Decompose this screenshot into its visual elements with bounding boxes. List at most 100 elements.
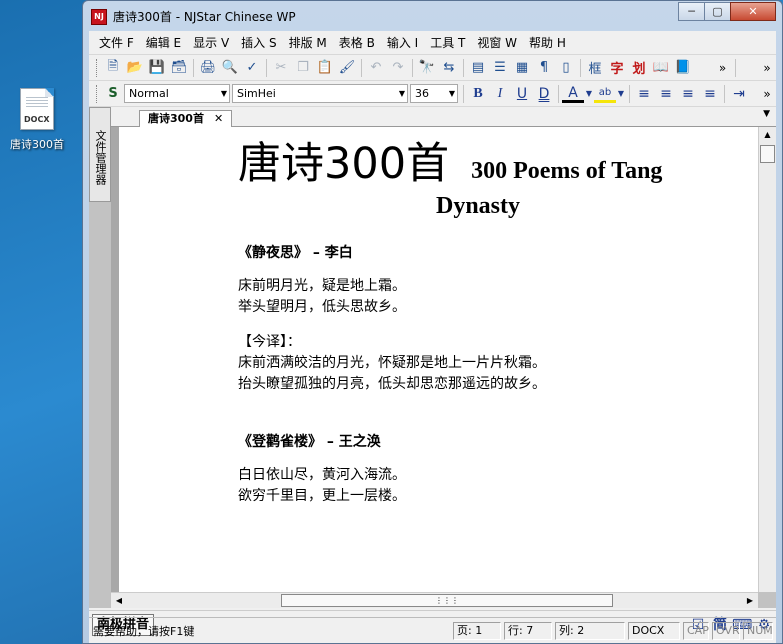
chevron-down-icon: ▼ [398, 89, 405, 98]
menu-edit[interactable]: 编辑 E [140, 31, 187, 55]
format-toolbar: S Normal ▼ SimHei ▼ 36 ▼ B I U D A ▼ ab ▼ ≡… [89, 81, 776, 107]
bold-button[interactable]: B [467, 84, 489, 104]
title-english-line2: Dynasty [435, 193, 520, 219]
toolbar-overflow-icon[interactable]: » [714, 61, 732, 75]
redo-icon[interactable]: ↷ [387, 58, 409, 78]
underline-button[interactable]: U [511, 84, 533, 104]
font-size-select[interactable]: 36 ▼ [410, 84, 458, 103]
status-help-text: 需要帮助，请按F1键 [93, 624, 195, 638]
list-view-icon[interactable]: ☰ [489, 58, 511, 78]
file-manager-tab[interactable]: 文件管理器 [89, 107, 111, 202]
horizontal-scroll-thumb[interactable]: ⋮⋮⋮ [281, 594, 613, 607]
font-color-button[interactable]: A [562, 85, 584, 103]
minimize-button[interactable]: ─ [678, 2, 705, 21]
status-doctype: DOCX [628, 621, 680, 640]
close-button[interactable]: ✕ [730, 2, 776, 21]
desktop-docx-icon[interactable]: DOCX 唐诗300首 [4, 88, 70, 152]
menu-file[interactable]: 文件 F [93, 31, 140, 55]
open-folder-icon[interactable]: 📂 [124, 58, 146, 78]
menu-bar: 文件 F 编辑 E 显示 V 插入 S 排版 M 表格 B 输入 I 工具 T … [89, 31, 776, 55]
indent-icon[interactable]: ⇥ [728, 84, 750, 104]
copy-icon[interactable]: ❐ [292, 58, 314, 78]
close-tab-icon[interactable]: ✕ [214, 112, 223, 125]
document-body[interactable]: 唐诗300首 300 Poems of Tang Dynasty 《静夜思》 –… [238, 129, 718, 507]
window-title: 唐诗300首 - NJStar Chinese WP [113, 10, 296, 24]
chinese-convert-icon[interactable]: 框 [584, 58, 606, 78]
undo-icon[interactable]: ↶ [365, 58, 387, 78]
highlight-button[interactable]: ab [594, 85, 616, 103]
vertical-scrollbar[interactable]: ▲ [758, 127, 776, 592]
double-underline-button[interactable]: D [533, 84, 555, 104]
dictionary-icon[interactable]: 📖 [650, 58, 672, 78]
style-icon: S [108, 86, 118, 101]
title-bar[interactable]: NJ 唐诗300首 - NJStar Chinese WP ─ ▢ ✕ [83, 1, 782, 31]
chevron-down-icon: ▼ [220, 89, 227, 98]
new-document-icon[interactable]: 🗎 [102, 58, 124, 78]
app-logo-icon[interactable]: NJ [91, 9, 107, 25]
document-page[interactable]: 唐诗300首 300 Poems of Tang Dynasty 《静夜思》 –… [119, 127, 758, 592]
save-icon[interactable]: 💾 [146, 58, 168, 78]
menu-tools[interactable]: 工具 T [424, 31, 471, 55]
tab-list-icon[interactable]: ▼ [763, 109, 770, 119]
font-select[interactable]: SimHei ▼ [232, 84, 408, 103]
poem-line: 欲穷千里目，更上一层楼。 [238, 488, 406, 504]
menu-view[interactable]: 显示 V [187, 31, 235, 55]
app-window: NJ 唐诗300首 - NJStar Chinese WP ─ ▢ ✕ 文件 F… [82, 0, 783, 644]
standard-toolbar: 🗎 📂 💾 🗃 🖨 🔍 ✓ ✂ ❐ 📋 🖌 ↶ ↷ 🔭 ⇆ ▤ ☰ ▦ ¶ ▯ [89, 55, 776, 81]
client-area: 文件 F 编辑 E 显示 V 插入 S 排版 M 表格 B 输入 I 工具 T … [89, 31, 776, 643]
status-numlock: NUM [743, 621, 773, 640]
table-icon[interactable]: ▦ [511, 58, 533, 78]
scroll-up-icon[interactable]: ▲ [759, 127, 776, 143]
menu-window[interactable]: 视窗 W [471, 31, 523, 55]
docx-file-icon: DOCX [20, 88, 54, 130]
paste-icon[interactable]: 📋 [314, 58, 336, 78]
menu-table[interactable]: 表格 B [333, 31, 381, 55]
status-caps: CAP [683, 621, 709, 640]
maximize-button[interactable]: ▢ [704, 2, 731, 21]
vertical-scroll-thumb[interactable] [760, 145, 775, 163]
page-view-icon[interactable]: ▤ [467, 58, 489, 78]
menu-input[interactable]: 输入 I [381, 31, 424, 55]
scroll-right-icon[interactable]: ▶ [742, 593, 758, 608]
book-icon[interactable]: 📘 [672, 58, 694, 78]
toolbar-overflow-2-icon[interactable]: » [758, 61, 776, 75]
column-icon[interactable]: ▯ [555, 58, 577, 78]
spellcheck-icon[interactable]: ✓ [241, 58, 263, 78]
scroll-left-icon[interactable]: ◀ [111, 593, 127, 608]
align-left-icon[interactable]: ≡ [633, 84, 655, 104]
style-select[interactable]: Normal ▼ [124, 84, 230, 103]
status-page: 页: 1 [453, 621, 501, 640]
font-color-dropdown[interactable]: ▼ [584, 84, 594, 104]
print-icon[interactable]: 🖨 [197, 58, 219, 78]
print-preview-icon[interactable]: 🔍 [219, 58, 241, 78]
translation-line: 抬头瞭望孤独的月亮，低头却思恋那遥远的故乡。 [238, 376, 546, 392]
format-painter-icon[interactable]: 🖌 [336, 58, 358, 78]
poem-line: 床前明月光，疑是地上霜。 [238, 278, 406, 294]
highlight-dropdown[interactable]: ▼ [616, 84, 626, 104]
horizontal-scrollbar[interactable]: ◀ ⋮⋮⋮ ▶ [111, 592, 758, 608]
stroke-icon[interactable]: 划 [628, 58, 650, 78]
desktop-icon-label: 唐诗300首 [10, 138, 64, 151]
cut-icon[interactable]: ✂ [270, 58, 292, 78]
paragraph-icon[interactable]: ¶ [533, 58, 555, 78]
poem-heading: 《静夜思》 – 李白 [238, 245, 353, 261]
character-icon[interactable]: 字 [606, 58, 628, 78]
menu-help[interactable]: 帮助 H [523, 31, 572, 55]
replace-icon[interactable]: ⇆ [438, 58, 460, 78]
status-bar: 需要帮助，请按F1键 页: 1 行: 7 列: 2 DOCX CAP OVR N… [89, 617, 776, 643]
page-background: 唐诗300首 300 Poems of Tang Dynasty 《静夜思》 –… [111, 127, 758, 592]
menu-insert[interactable]: 插入 S [235, 31, 282, 55]
translation-line: 床前洒满皎洁的月光，怀疑那是地上一片片秋霜。 [238, 355, 546, 371]
save-all-icon[interactable]: 🗃 [168, 58, 190, 78]
find-icon[interactable]: 🔭 [416, 58, 438, 78]
justify-icon[interactable]: ≡ [699, 84, 721, 104]
title-english: 300 Poems of Tang [471, 158, 663, 184]
format-overflow-icon[interactable]: » [758, 87, 776, 101]
document-title: 唐诗300首 300 Poems of Tang [238, 129, 718, 191]
align-center-icon[interactable]: ≡ [655, 84, 677, 104]
tab-document[interactable]: 唐诗300首 ✕ [139, 110, 233, 128]
poem-line: 白日依山尽，黄河入海流。 [238, 467, 406, 483]
italic-button[interactable]: I [489, 84, 511, 104]
menu-format[interactable]: 排版 M [283, 31, 333, 55]
align-right-icon[interactable]: ≡ [677, 84, 699, 104]
